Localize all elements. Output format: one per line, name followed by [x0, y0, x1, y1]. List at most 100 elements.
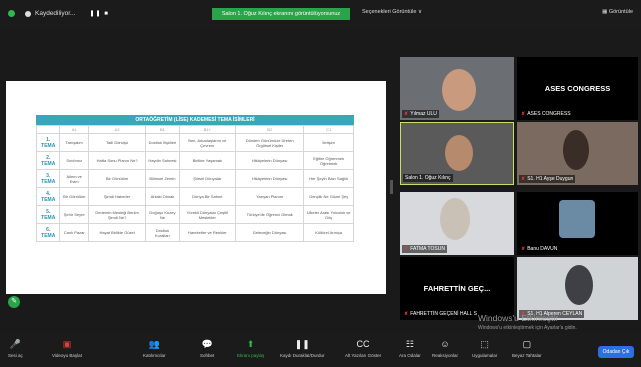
mic-muted-icon: ✘ — [521, 176, 526, 182]
meeting-top-bar: Kaydediliyor... ❚❚ ■ Salon 1. Oğuz Kılın… — [0, 0, 641, 30]
table-cell: Hikâyelerin Dünyası — [234, 151, 305, 170]
windows-activation-watermark: Windows'u Etkinleştir Windows'u etkinleş… — [478, 313, 577, 331]
participant-tile[interactable]: ✘ S1. H1 Ayşe Duygun — [517, 122, 638, 185]
chat-button[interactable]: 💬 Sohbet — [200, 338, 214, 358]
participants-button[interactable]: 👥 Katılımcılar — [143, 338, 166, 358]
annotate-pen-icon[interactable]: ✎ — [8, 296, 20, 308]
tema-label: 1. TEMA — [35, 133, 61, 152]
participant-video — [440, 198, 470, 240]
participant-tile[interactable]: ✘ Yılmaz ULU — [400, 57, 514, 120]
table-cell: Bilimsel Zemin — [145, 169, 180, 188]
security-shield-icon[interactable] — [8, 10, 15, 17]
tema-label: 5. TEMA — [35, 205, 61, 224]
table-header-cell: A2 — [87, 125, 147, 134]
view-options-dropdown[interactable]: Seçenekleri Görüntüle ∨ — [362, 9, 422, 15]
mic-muted-icon: ✘ — [404, 311, 409, 317]
table-row: 1. TEMA Tanışalım Tatil Dönüşü Dostluk İ… — [35, 133, 354, 152]
table-cell: Şiirsel Dünyalar — [178, 169, 237, 188]
recording-dot-icon — [25, 10, 31, 17]
tema-label: 3. TEMA — [35, 169, 61, 188]
table-header-row: A1 A2 B1 B1+ B2 C1 — [35, 125, 354, 134]
whiteboard-icon: ▢ — [522, 339, 532, 349]
participant-tile[interactable]: ✘ FATMA TOSUN — [400, 192, 514, 255]
table-cell: Şehir Seyre — [59, 205, 89, 224]
table-cell: Tanışalım — [59, 133, 89, 152]
participant-name-label: ✘ Yılmaz ULU — [402, 110, 439, 118]
table-cell: Canlı Pazar — [59, 223, 89, 242]
table-cell: Her Şeyin Bazı Sağlık — [303, 169, 354, 188]
watermark-title: Windows'u Etkinleştir — [478, 313, 559, 323]
tema-label: 6. TEMA — [35, 223, 61, 242]
participant-tile[interactable]: ✘ S1. H1 Alperen CEYLAN — [517, 257, 638, 320]
table-row: 5. TEMA Şehir Seyre Dedemin Mesleği Beni… — [35, 205, 354, 224]
pause-stop-recording-button[interactable]: ❚❚ Kaydı Duraklat/Durdur — [280, 338, 325, 358]
captions-button[interactable]: CC Alt Yazıları Göster — [345, 338, 381, 358]
mic-muted-icon: ✘ — [404, 246, 409, 252]
participant-name-label: ✘ ASES CONGRESS — [519, 110, 573, 118]
apps-label: Uygulamalar — [472, 353, 498, 358]
meeting-toolbar: 🎤 Sesi aç ▣ Videoyu Başlat 👥 Katılımcıla… — [0, 334, 641, 367]
table-cell: Hayat Birlikte Güzel — [87, 223, 147, 242]
table-cell: Dünya Bir Sahne — [178, 187, 237, 206]
participants-icon: 👥 — [148, 339, 160, 349]
table-header-cell: C1 — [303, 125, 354, 134]
start-video-button[interactable]: ▣ Videoyu Başlat — [52, 338, 82, 358]
unmute-button[interactable]: 🎤 Sesi aç — [8, 338, 23, 358]
table-cell: Dostluk Kuralları — [145, 223, 180, 242]
table-cell: Eğitim Öğrenmek Öğretmek — [303, 151, 354, 170]
table-cell: Yürekli Dünyalar Çeşitli Meslekler — [178, 205, 237, 224]
table-cell: Hafta Sonu Planın Ne? — [87, 151, 147, 170]
chat-label: Sohbet — [200, 353, 215, 358]
table-cell: Bir Gönülüm — [59, 187, 89, 206]
share-screen-icon: ⬆ — [246, 339, 255, 349]
breakout-rooms-button[interactable]: ☷ Ara Odalar — [399, 338, 421, 358]
slide-title: ORTAÖĞRETİM (LİSE) KADEMESİ TEMA İSİMLER… — [36, 115, 354, 125]
participant-name-label: ✘ S1. H1 Ayşe Duygun — [519, 175, 576, 183]
grid-view-icon: ▦ — [602, 9, 609, 15]
table-cell: Ben, Arkadaşlarım ve Çevrem — [178, 133, 237, 152]
unmute-label: Sesi aç — [8, 353, 23, 358]
table-cell: Tatil Dönüşü — [87, 133, 147, 152]
table-cell: Kültürel Armiça — [303, 223, 354, 242]
table-row: 3. TEMA Ailem ve Evim Bir Gönülüm Bilims… — [35, 169, 354, 188]
participant-name-label: ✘ FAHRETTİN GEÇENİ HALL S — [402, 310, 479, 318]
view-button[interactable]: ▦ Görüntüle — [602, 9, 633, 15]
reactions-button[interactable]: ☺ Reaksiyonlar — [432, 338, 458, 358]
participant-tile[interactable]: ASES CONGRESS ✘ ASES CONGRESS — [517, 57, 638, 120]
participant-name-label: ✘ Banu DAVUN — [519, 245, 560, 253]
pause-stop-recording-label: Kaydı Duraklat/Durdur — [280, 353, 325, 358]
table-header-cell — [35, 125, 61, 134]
table-cell: Doğuşu Kuzey Ne — [145, 205, 180, 224]
captions-label: Alt Yazıları Göster — [345, 353, 382, 358]
mic-muted-icon: ✘ — [404, 111, 409, 117]
table-cell: İletişim — [303, 133, 354, 152]
start-video-label: Videoyu Başlat — [52, 353, 82, 358]
whiteboards-button[interactable]: ▢ Beyaz Tahtalar — [512, 338, 542, 358]
chat-icon: 💬 — [201, 339, 213, 349]
table-row: 6. TEMA Canlı Pazar Hayat Birlikte Güzel… — [35, 223, 354, 242]
view-button-label: Görüntüle — [608, 9, 633, 15]
table-cell: Dostluk İlişkileri — [145, 133, 180, 152]
participant-tile[interactable]: ✘ Banu DAVUN — [517, 192, 638, 255]
recording-pause-stop-controls[interactable]: ❚❚ ■ — [89, 10, 108, 17]
participant-tile[interactable]: FAHRETTİN GEÇ... ✘ FAHRETTİN GEÇENİ HALL … — [400, 257, 514, 320]
panel-resize-handle[interactable] — [390, 180, 393, 194]
share-screen-label: Ekranı paylaş — [237, 353, 265, 358]
table-cell: Haydin Sahnesi — [145, 151, 180, 170]
leave-meeting-button[interactable]: Odadan Çık — [598, 346, 634, 358]
tema-label: 2. TEMA — [35, 151, 61, 170]
mic-off-icon: 🎤 — [9, 339, 21, 349]
share-screen-button[interactable]: ⬆ Ekranı paylaş — [237, 338, 264, 358]
table-header-cell: B2 — [234, 125, 305, 134]
breakout-rooms-label: Ara Odalar — [399, 353, 421, 358]
recording-indicator: Kaydediliyor... ❚❚ ■ — [8, 10, 109, 17]
table-cell: Bir Gönülüm — [87, 169, 147, 188]
table-cell: Dünden Günümüze Üreten Örgütsel Kişiler — [234, 133, 305, 152]
screen-share-banner: Salon 1. Oğuz Kılınç ekranını görüntülüy… — [212, 8, 350, 20]
apps-icon: ⬚ — [480, 339, 489, 349]
participant-tile-active-speaker[interactable]: Salon 1. Oğuz Kılınç — [400, 122, 514, 185]
participant-name-label: ✘ FATMA TOSUN — [402, 245, 447, 253]
participant-video — [565, 265, 593, 305]
apps-button[interactable]: ⬚ Uygulamalar — [472, 338, 497, 358]
table-header-cell: B1+ — [178, 125, 237, 134]
